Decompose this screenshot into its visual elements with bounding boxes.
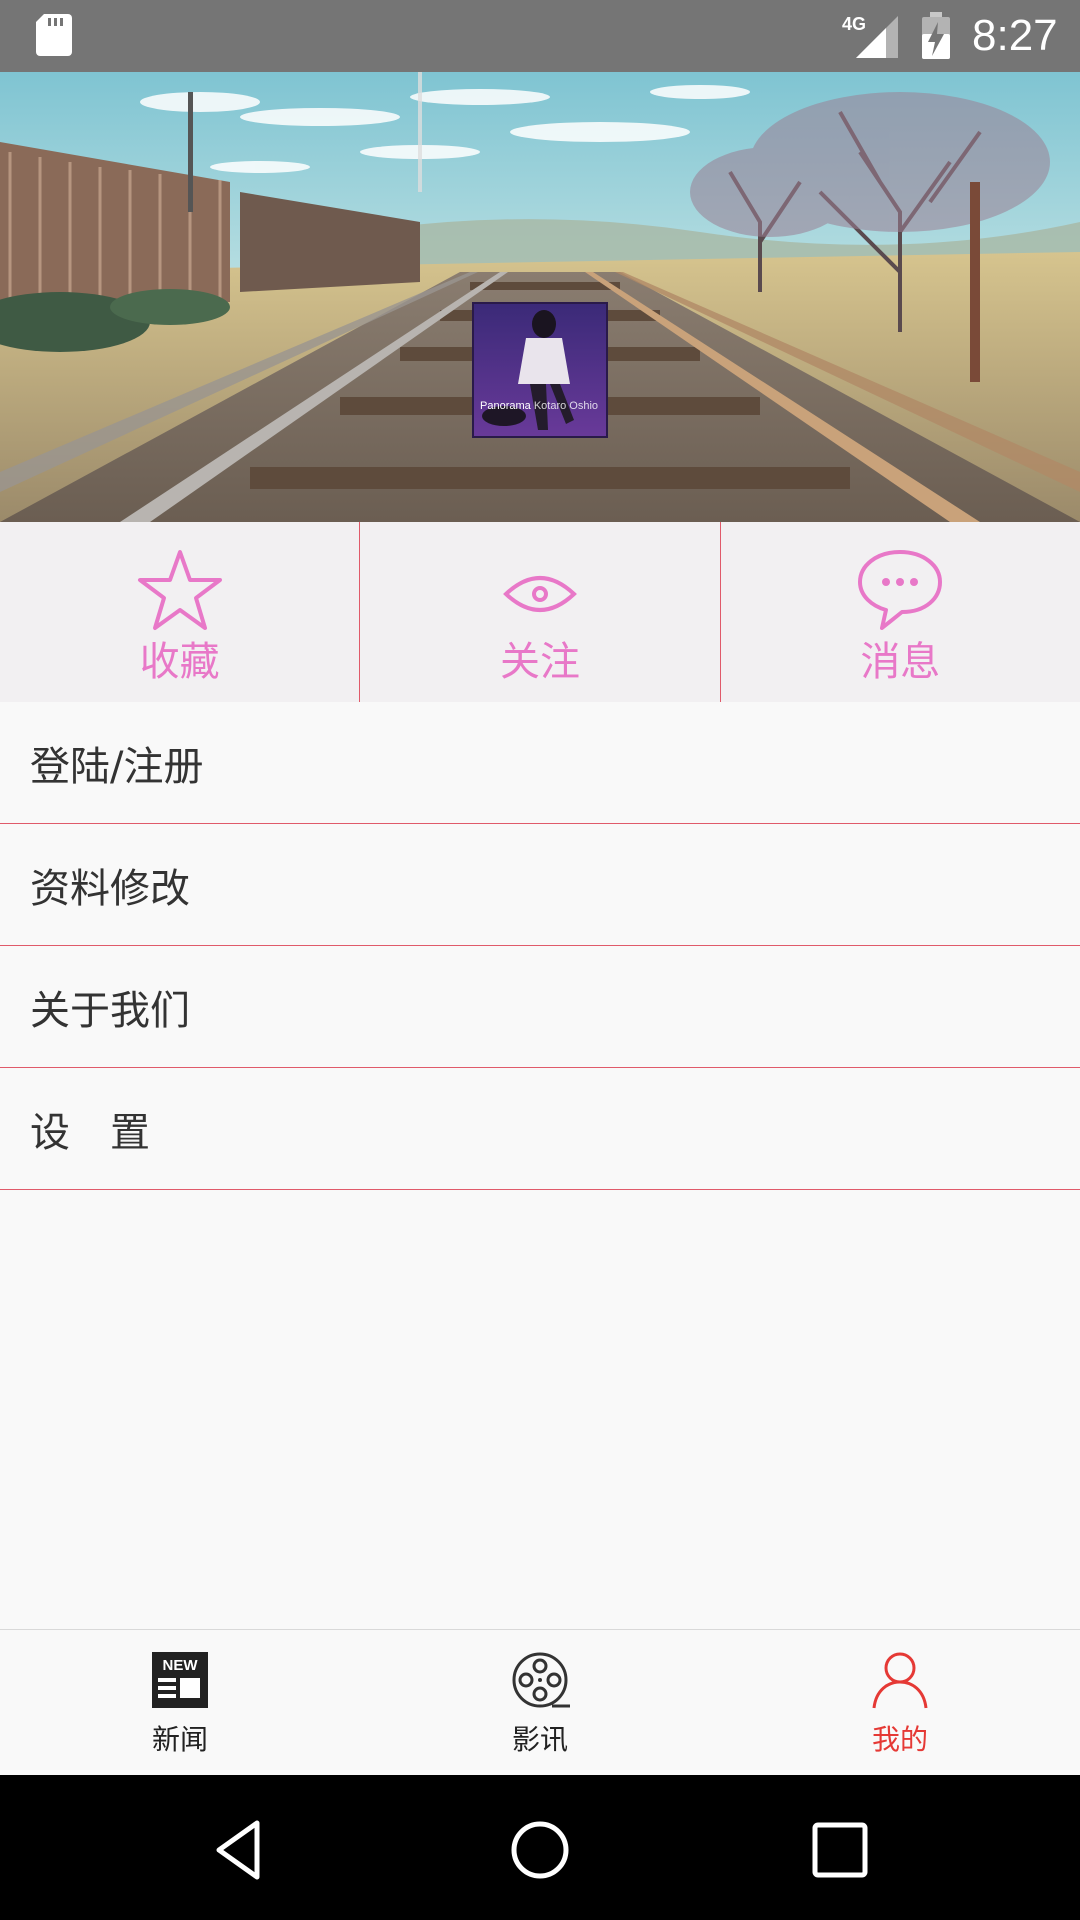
person-icon <box>872 1652 928 1709</box>
system-navigation-bar <box>0 1775 1080 1920</box>
tab-movie-news[interactable]: 影讯 <box>360 1630 720 1775</box>
news-icon: NEW <box>152 1652 208 1708</box>
favorites-button[interactable]: 收藏 <box>0 522 359 702</box>
eye-icon <box>503 576 577 612</box>
tab-movie-news-label: 影讯 <box>511 1723 568 1756</box>
cell-signal-icon: 4G <box>842 14 898 58</box>
menu-item-about-us[interactable]: 关于我们 <box>0 946 1080 1068</box>
star-icon <box>137 550 222 630</box>
messages-label: 消息 <box>860 639 941 685</box>
recents-icon[interactable] <box>805 1815 875 1885</box>
messages-button[interactable]: 消息 <box>719 522 1080 702</box>
tab-news-label: 新闻 <box>151 1723 208 1756</box>
album-title: Panorama <box>480 400 531 412</box>
chat-bubble-icon <box>858 550 943 630</box>
settings-menu: 登陆/注册 资料修改 关于我们 设 置 <box>0 702 1080 1190</box>
menu-item-login-register[interactable]: 登陆/注册 <box>0 702 1080 824</box>
screen: 4G 8:27 Panorama Kotaro Oshio 收藏 关注 消息 登… <box>0 0 1080 1920</box>
quick-actions: 收藏 关注 消息 <box>0 522 1080 702</box>
menu-item-settings[interactable]: 设 置 <box>0 1068 1080 1190</box>
tab-mine-label: 我的 <box>871 1723 928 1756</box>
sd-card-icon <box>36 14 72 56</box>
tab-news[interactable]: NEW 新闻 <box>0 1630 360 1775</box>
network-type-label: 4G <box>842 14 866 34</box>
album-cover-image <box>474 304 606 436</box>
battery-charging-icon <box>922 12 950 59</box>
album-caption: Panorama Kotaro Oshio <box>480 400 598 412</box>
album-artist: Kotaro Oshio <box>533 400 599 412</box>
bottom-tab-bar: NEW 新闻 影讯 我的 <box>0 1629 1080 1775</box>
profile-header-banner: Panorama Kotaro Oshio <box>0 72 1080 522</box>
menu-item-edit-profile[interactable]: 资料修改 <box>0 824 1080 946</box>
status-time: 8:27 <box>972 11 1058 60</box>
favorites-label: 收藏 <box>139 639 220 685</box>
film-reel-icon <box>512 1652 570 1708</box>
back-icon[interactable] <box>205 1815 275 1885</box>
home-icon[interactable] <box>505 1815 575 1885</box>
status-bar: 4G 8:27 <box>0 0 1080 72</box>
tab-mine[interactable]: 我的 <box>720 1630 1080 1775</box>
railway-landscape-illustration <box>0 72 1080 522</box>
following-label: 关注 <box>499 639 580 685</box>
following-button[interactable]: 关注 <box>359 522 719 702</box>
avatar[interactable]: Panorama Kotaro Oshio <box>472 302 608 438</box>
news-icon-text: NEW <box>163 1657 199 1674</box>
